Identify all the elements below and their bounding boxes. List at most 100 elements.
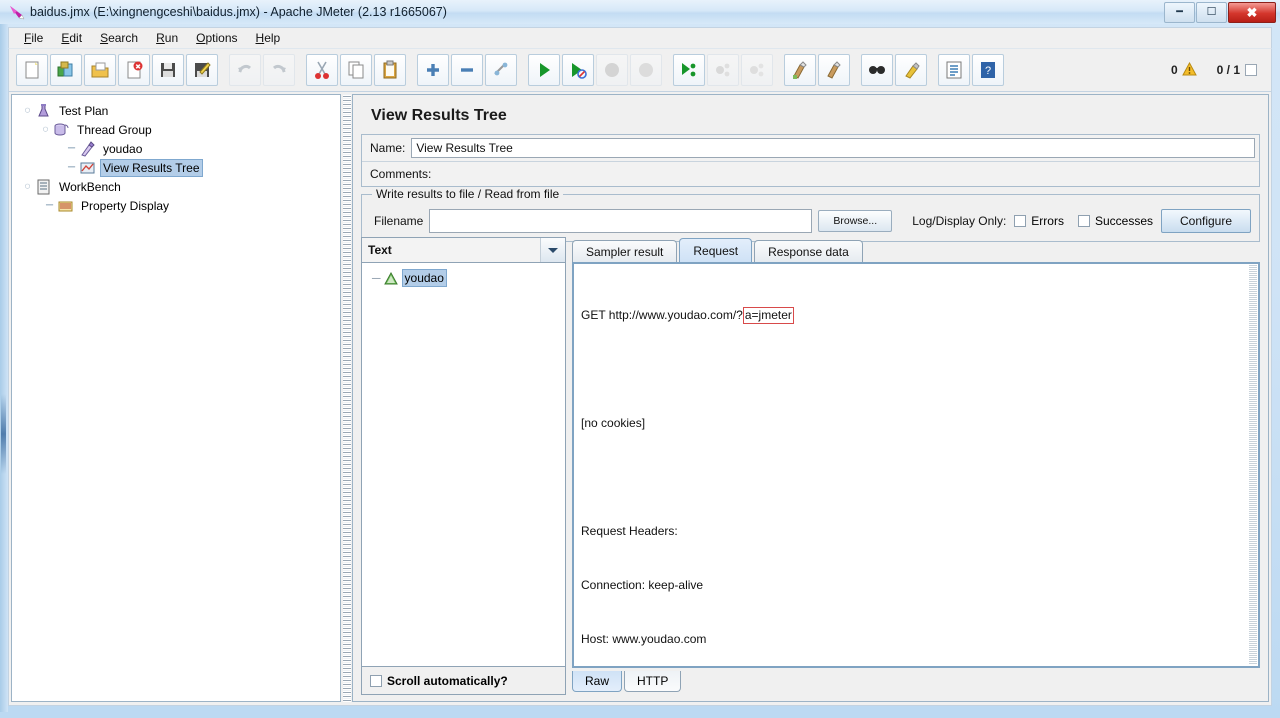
svg-text:?: ? xyxy=(985,65,991,77)
close-icon: ✖ xyxy=(1246,5,1258,20)
minimize-button[interactable]: ━ xyxy=(1164,2,1195,23)
log-display-label: Log/Display Only: xyxy=(912,214,1007,228)
menu-edit[interactable]: Edit xyxy=(52,29,91,47)
warning-indicator[interactable]: 0 xyxy=(1170,61,1197,79)
tree-node-thread-group[interactable]: ◌ Thread Group xyxy=(18,120,340,139)
cut-icon[interactable] xyxy=(306,54,338,86)
name-input[interactable]: View Results Tree xyxy=(411,138,1255,158)
new-icon[interactable] xyxy=(16,54,48,86)
thread-counter-value: 0 / 1 xyxy=(1216,63,1240,77)
browse-button[interactable]: Browse... xyxy=(818,210,893,232)
tab-response-data[interactable]: Response data xyxy=(754,240,863,262)
undo-icon[interactable] xyxy=(229,54,261,86)
clear-icon[interactable] xyxy=(784,54,816,86)
close-file-icon[interactable]: ✖ xyxy=(118,54,150,86)
errors-checkbox-wrap[interactable]: Errors xyxy=(1014,214,1064,228)
toolbar-group-clipboard xyxy=(305,54,407,86)
tab-http[interactable]: HTTP xyxy=(624,671,682,692)
save-icon[interactable] xyxy=(152,54,184,86)
remote-stop-all-icon[interactable] xyxy=(707,54,739,86)
results-tree-column: Text ─ youdao Scroll automatically? xyxy=(361,237,566,695)
function-helper-icon[interactable] xyxy=(938,54,970,86)
start-no-timers-icon[interactable] xyxy=(562,54,594,86)
request-text[interactable]: GET http://www.youdao.com/? a=jmeter [no … xyxy=(574,264,1258,666)
menu-bar: File Edit Search Run Options Help xyxy=(8,27,1272,48)
expand-all-icon[interactable] xyxy=(417,54,449,86)
help-icon[interactable]: ? xyxy=(972,54,1004,86)
configure-button[interactable]: Configure xyxy=(1161,209,1251,233)
tree-node-workbench[interactable]: ◌ WorkBench xyxy=(18,177,340,196)
maximize-button[interactable]: ☐ xyxy=(1196,2,1227,23)
http-sampler-icon xyxy=(79,140,96,157)
request-line-blank-1 xyxy=(581,360,1251,378)
menu-help[interactable]: Help xyxy=(247,29,290,47)
menu-file[interactable]: File xyxy=(15,29,52,47)
scroll-automatically-label: Scroll automatically? xyxy=(387,673,508,688)
errors-label: Errors xyxy=(1031,214,1064,228)
request-line-blank-2 xyxy=(581,468,1251,486)
leaf-handle-icon: ─ xyxy=(67,143,76,154)
comments-row: Comments: xyxy=(362,161,1259,186)
expand-handle-icon[interactable]: ◌ xyxy=(22,105,33,116)
request-content-panel[interactable]: GET http://www.youdao.com/? a=jmeter [no … xyxy=(572,262,1260,668)
successes-checkbox[interactable] xyxy=(1077,215,1090,227)
shutdown-icon[interactable] xyxy=(630,54,662,86)
tree-node-view-results-tree[interactable]: ─ View Results Tree xyxy=(18,158,340,177)
toggle-icon[interactable] xyxy=(485,54,517,86)
panel-splitter[interactable] xyxy=(343,94,351,702)
window-left-edge xyxy=(0,24,8,712)
paste-icon[interactable] xyxy=(374,54,406,86)
clear-all-icon[interactable] xyxy=(818,54,850,86)
tree-node-youdao[interactable]: ─ youdao xyxy=(18,139,340,158)
thread-group-icon xyxy=(53,122,70,138)
warning-count: 0 xyxy=(1170,63,1178,77)
test-plan-tree-panel[interactable]: ◌ Test Plan ◌ Thread Group ─ youdao ─ Vi… xyxy=(11,94,341,702)
tab-raw[interactable]: Raw xyxy=(572,671,623,692)
tab-sampler-result[interactable]: Sampler result xyxy=(572,240,678,262)
remote-shutdown-all-icon[interactable] xyxy=(741,54,773,86)
thread-counter: 0 / 1 xyxy=(1217,63,1257,77)
tree-node-property-display[interactable]: ─ Property Display xyxy=(18,196,340,215)
tab-request[interactable]: Request xyxy=(679,238,753,262)
remote-start-all-icon[interactable] xyxy=(673,54,705,86)
redo-icon[interactable] xyxy=(263,54,295,86)
expand-handle-icon[interactable]: ◌ xyxy=(40,124,51,135)
successes-checkbox-wrap[interactable]: Successes xyxy=(1077,214,1153,228)
expand-handle-icon[interactable]: ◌ xyxy=(22,181,33,192)
success-triangle-icon xyxy=(383,271,398,285)
tree-node-test-plan[interactable]: ◌ Test Plan xyxy=(18,101,340,120)
content-area: ◌ Test Plan ◌ Thread Group ─ youdao ─ Vi… xyxy=(8,92,1272,706)
workbench-icon xyxy=(35,179,52,195)
write-results-legend: Write results to file / Read from file xyxy=(372,187,564,201)
search-icon[interactable] xyxy=(861,54,893,86)
scroll-automatically-row[interactable]: Scroll automatically? xyxy=(361,667,566,695)
tree-node-label: youdao xyxy=(103,141,143,156)
toolbar-group-tree xyxy=(416,54,518,86)
chevron-down-icon[interactable] xyxy=(540,238,565,262)
scroll-automatically-checkbox[interactable] xyxy=(370,674,382,687)
test-plan-tree: ◌ Test Plan ◌ Thread Group ─ youdao ─ Vi… xyxy=(12,95,340,215)
request-scrollbar[interactable] xyxy=(1249,265,1257,665)
filename-input[interactable] xyxy=(429,209,813,233)
title-bar: baidus.jmx (E:\xingnengceshi\baidus.jmx)… xyxy=(0,0,1280,24)
renderer-select[interactable]: Text xyxy=(361,237,566,263)
collapse-all-icon[interactable] xyxy=(451,54,483,86)
save-as-icon[interactable] xyxy=(186,54,218,86)
menu-run[interactable]: Run xyxy=(147,29,187,47)
list-item[interactable]: ─ youdao xyxy=(366,269,561,287)
open-icon[interactable] xyxy=(84,54,116,86)
menu-search[interactable]: Search xyxy=(91,29,147,47)
copy-icon[interactable] xyxy=(340,54,372,86)
maximize-icon: ☐ xyxy=(1206,6,1217,18)
toolbar-group-file: ✖ xyxy=(15,54,219,86)
search-reset-icon[interactable] xyxy=(895,54,927,86)
close-button[interactable]: ✖ xyxy=(1228,2,1276,23)
tree-node-label: WorkBench xyxy=(59,179,121,194)
stop-icon[interactable] xyxy=(596,54,628,86)
result-detail-column: Sampler result Request Response data GET… xyxy=(572,237,1260,695)
errors-checkbox[interactable] xyxy=(1014,215,1027,227)
templates-icon[interactable] xyxy=(50,54,82,86)
results-tree[interactable]: ─ youdao xyxy=(361,263,566,667)
start-icon[interactable] xyxy=(528,54,560,86)
menu-options[interactable]: Options xyxy=(187,29,246,47)
